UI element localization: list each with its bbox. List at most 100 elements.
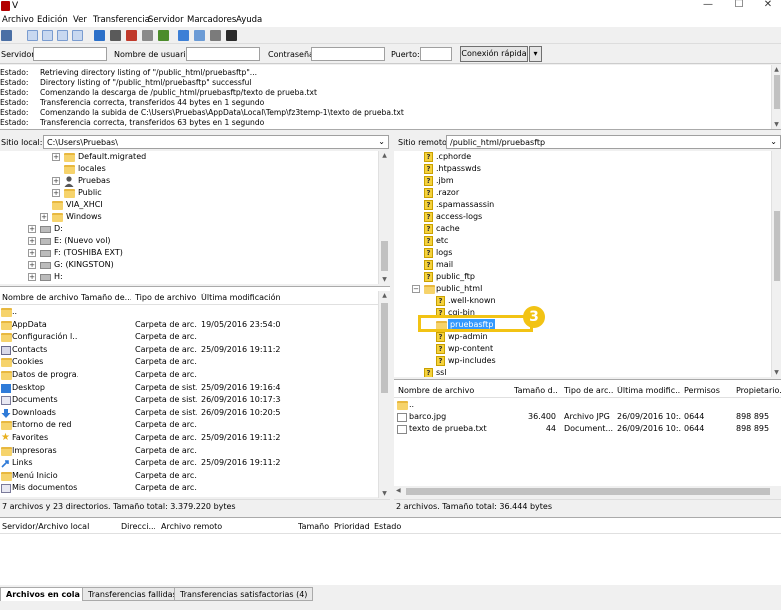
tree-item[interactable]: ? ssl [394,367,771,377]
tree-item[interactable]: + Default.migrated [0,151,378,163]
col-modified[interactable]: Última modificación [201,293,281,302]
tree-item[interactable]: ? logs [394,247,771,259]
compare-icon[interactable] [194,30,205,41]
tree-item[interactable]: ? .razor [394,187,771,199]
tree-item[interactable]: + G: (KINGSTON) [0,259,378,271]
col-status[interactable]: Estado [374,522,414,531]
directory-filter-icon[interactable] [178,30,189,41]
log-scroll-thumb[interactable] [774,75,780,109]
tree-item[interactable]: + H: [0,271,378,283]
scroll-down-icon[interactable]: ▼ [772,368,781,377]
file-row[interactable]: Downloads Carpeta de sist... 26/09/2016 10… [0,407,378,419]
col-size[interactable]: Tamaño de... [81,293,131,302]
file-row[interactable]: Documents Carpeta de sist... 26/09/2016 10… [0,394,378,406]
remote-path-input[interactable]: /public_html/pruebasftp ⌄ [446,135,781,149]
file-row[interactable]: texto de prueba.txt 44 Document... 26/09/20… [394,423,781,435]
col-name[interactable]: Nombre de archivo [2,293,78,302]
host-input[interactable] [33,47,107,61]
menu-archivo[interactable]: Archivo [2,15,34,25]
sync-browse-icon[interactable] [210,30,221,41]
expand-icon[interactable]: + [28,261,36,269]
maximize-button[interactable]: ☐ [726,0,752,12]
minimize-button[interactable]: — [695,0,721,12]
col-permissions[interactable]: Permisos [684,386,724,395]
search-icon[interactable] [226,30,237,41]
file-row[interactable]: ★ Favorites Carpeta de arc... 25/09/2016 19… [0,432,378,444]
file-row[interactable]: barco.jpg 36.400 Archivo JPG 26/09/2016 10:… [394,411,781,423]
file-row[interactable]: Mis documentos Carpeta de arc... [0,482,378,494]
tree-item[interactable]: + Windows [0,211,378,223]
tree-item[interactable]: ? mail [394,259,771,271]
tab-successful-transfers[interactable]: Transferencias satisfactorias (4) [174,587,314,601]
file-row[interactable]: Menú Inicio Carpeta de arc... [0,470,378,482]
expand-icon[interactable]: + [40,213,48,221]
tree-item[interactable]: ? wp-content [394,343,771,355]
user-input[interactable] [186,47,260,61]
col-direction[interactable]: Direcci... [121,522,155,531]
file-row[interactable]: Desktop Carpeta de sist... 25/09/2016 19:1… [0,382,378,394]
expand-icon[interactable]: + [28,237,36,245]
col-remote-file[interactable]: Archivo remoto [161,522,261,531]
local-list-scrollbar[interactable]: ▲ ▼ [378,291,390,498]
col-priority[interactable]: Prioridad [334,522,370,531]
menu-ver[interactable]: Ver [73,15,87,25]
local-path-dropdown-icon[interactable]: ⌄ [378,137,385,146]
tree-item[interactable]: ? .htpasswds [394,163,771,175]
file-row[interactable]: .. [394,399,781,411]
toggle-log-icon[interactable] [27,30,38,41]
col-name[interactable]: Nombre de archivo [398,386,508,395]
expand-icon[interactable]: + [52,153,60,161]
tree-item[interactable]: + E: (Nuevo vol) [0,235,378,247]
tree-item[interactable]: ? cache [394,223,771,235]
expand-icon[interactable]: − [412,285,420,293]
remote-path-dropdown-icon[interactable]: ⌄ [770,137,777,146]
toggle-local-tree-icon[interactable] [42,30,53,41]
remote-list-hscrollbar[interactable]: ◀ [394,486,781,497]
menu-servidor[interactable]: Servidor [148,15,184,25]
tree-item[interactable]: ? .cphorde [394,151,771,163]
local-tree-scrollbar[interactable]: ▲ ▼ [378,151,390,284]
file-row[interactable]: Entorno de red Carpeta de arc... [0,419,378,431]
col-type[interactable]: Tipo de arc... [564,386,614,395]
local-tree-scroll-thumb[interactable] [381,241,388,271]
local-path-input[interactable]: C:\Users\Pruebas\ ⌄ [43,135,389,149]
tree-item[interactable]: − public_html [394,283,771,295]
expand-icon[interactable]: + [52,177,60,185]
file-row[interactable]: Contacts Carpeta de arc... 25/09/2016 19:1… [0,344,378,356]
tree-item[interactable]: ? etc [394,235,771,247]
cancel-icon[interactable] [126,30,137,41]
tree-item[interactable]: ? .jbm [394,175,771,187]
remote-tree-scrollbar[interactable]: ▼ [771,151,781,377]
tree-item[interactable]: ? access-logs [394,211,771,223]
col-size[interactable]: Tamaño d... [514,386,558,395]
tree-item[interactable]: + Public [0,187,378,199]
file-row[interactable]: .. [0,306,378,318]
disconnect-icon[interactable] [142,30,153,41]
tree-item[interactable]: + Pruebas [0,175,378,187]
col-owner[interactable]: Propietario... [736,386,781,395]
expand-icon[interactable]: + [52,189,60,197]
expand-icon[interactable]: + [28,225,36,233]
menu-edicion[interactable]: Edición [37,15,68,25]
process-queue-icon[interactable] [110,30,121,41]
tab-failed-transfers[interactable]: Transferencias fallidas [82,587,183,601]
scroll-up-icon[interactable]: ▲ [379,151,390,160]
reconnect-icon[interactable] [158,30,169,41]
remote-hscroll-thumb[interactable] [406,488,770,495]
expand-icon[interactable]: + [28,273,36,281]
remote-tree-scroll-thumb[interactable] [774,211,780,281]
scroll-down-icon[interactable]: ▼ [379,275,390,284]
tree-item[interactable]: ? public_ftp [394,271,771,283]
tree-item[interactable]: locales [0,163,378,175]
file-row[interactable]: AppData Carpeta de arc... 19/05/2016 23:54… [0,319,378,331]
file-row[interactable]: Configuración l... Carpeta de arc... [0,331,378,343]
site-manager-icon[interactable] [1,30,12,41]
local-list-scroll-thumb[interactable] [381,303,388,393]
scroll-up-icon[interactable]: ▲ [379,291,390,300]
menu-ayuda[interactable]: Ayuda [236,15,262,25]
password-input[interactable] [311,47,385,61]
toggle-remote-tree-icon[interactable] [57,30,68,41]
toggle-queue-icon[interactable] [72,30,83,41]
file-row[interactable]: Impresoras Carpeta de arc... [0,445,378,457]
log-scrollbar[interactable]: ▲ ▼ [771,65,781,129]
